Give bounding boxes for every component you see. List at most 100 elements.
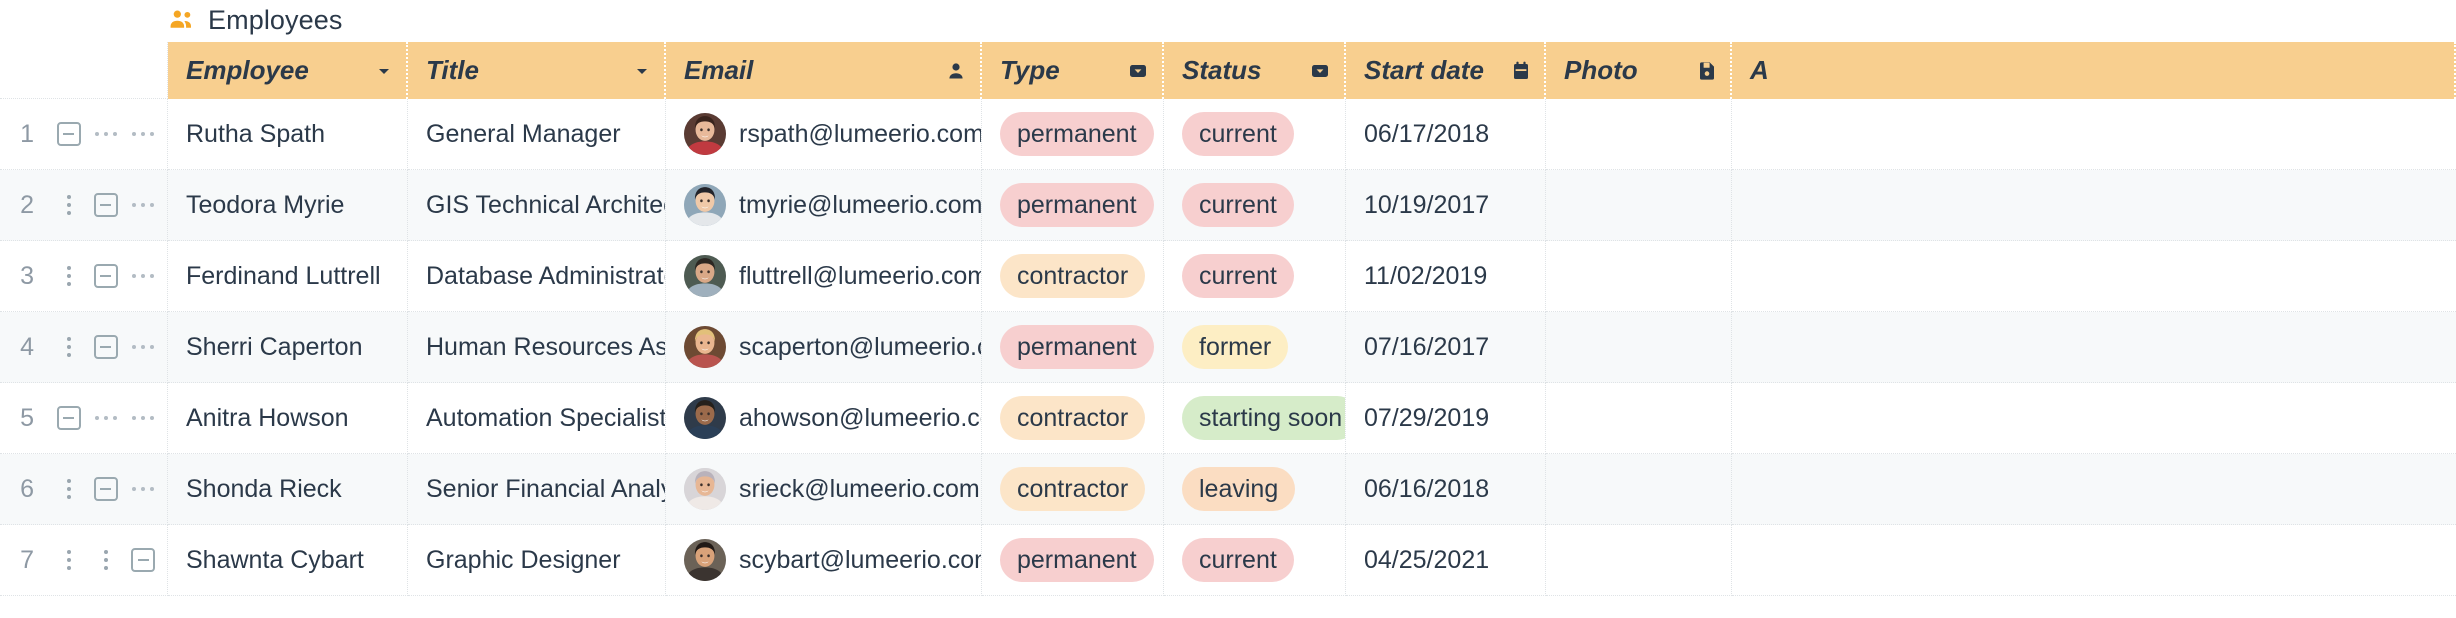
h-dots-icon[interactable] — [132, 132, 155, 136]
box-minus-icon[interactable] — [131, 548, 156, 572]
row-handle-slot[interactable] — [125, 241, 162, 311]
cell-title[interactable]: GIS Technical Architect — [408, 170, 666, 241]
cell-type[interactable]: permanent — [982, 312, 1164, 383]
cell-type[interactable]: permanent — [982, 170, 1164, 241]
column-header-employee[interactable]: Employee — [168, 42, 408, 99]
calendar-icon[interactable] — [1512, 61, 1530, 81]
row-handle-slot[interactable] — [50, 454, 87, 524]
cell-email[interactable]: scaperton@lumeerio.com — [666, 312, 982, 383]
row-handle-slot[interactable] — [50, 99, 87, 169]
cell-startdate[interactable]: 07/16/2017 — [1346, 312, 1546, 383]
cell-attachments[interactable] — [1732, 170, 2456, 241]
v-dots-icon[interactable] — [66, 266, 71, 286]
row-handle-slot[interactable] — [125, 383, 162, 453]
column-header-status[interactable]: Status — [1164, 42, 1346, 99]
column-header-type[interactable]: Type — [982, 42, 1164, 99]
box-minus-icon[interactable] — [93, 477, 118, 501]
h-dots-icon[interactable] — [132, 416, 155, 420]
row-handle-slot[interactable] — [125, 312, 162, 382]
table-row[interactable]: 1 Rutha Spath General Manager rspath@lumeer… — [0, 99, 2456, 170]
cell-email[interactable]: ahowson@lumeerio.com — [666, 383, 982, 454]
cell-status[interactable]: current — [1164, 170, 1346, 241]
cell-attachments[interactable] — [1732, 525, 2456, 596]
table-row[interactable]: 6 Shonda RieckSenior Financial Analyst sri… — [0, 454, 2456, 525]
h-dots-icon[interactable] — [132, 203, 155, 207]
cell-employee[interactable]: Rutha Spath — [168, 99, 408, 170]
box-minus-icon[interactable] — [56, 406, 81, 430]
file-icon[interactable] — [1698, 61, 1716, 81]
table-row[interactable]: 3 Ferdinand Luttrell Database Administrato… — [0, 241, 2456, 312]
row-handle-slot[interactable] — [87, 241, 124, 311]
h-dots-icon[interactable] — [132, 274, 155, 278]
table-row[interactable]: 5 Anitra Howson Automation Specialist ahows… — [0, 383, 2456, 454]
row-handle-slot[interactable] — [87, 454, 124, 524]
v-dots-icon[interactable] — [66, 195, 71, 215]
cell-type[interactable]: contractor — [982, 383, 1164, 454]
v-dots-icon[interactable] — [103, 550, 108, 570]
cell-attachments[interactable] — [1732, 383, 2456, 454]
box-minus-icon[interactable] — [93, 193, 118, 217]
cell-email[interactable]: scybart@lumeerio.com — [666, 525, 982, 596]
cell-type[interactable]: permanent — [982, 525, 1164, 596]
row-handle-slot[interactable] — [50, 312, 87, 382]
cell-startdate[interactable]: 06/16/2018 — [1346, 454, 1546, 525]
cell-status[interactable]: current — [1164, 525, 1346, 596]
row-handle-slot[interactable] — [87, 383, 124, 453]
cell-photo[interactable] — [1546, 454, 1732, 525]
cell-startdate[interactable]: 06/17/2018 — [1346, 99, 1546, 170]
v-dots-icon[interactable] — [66, 479, 71, 499]
cell-title[interactable]: Database Administrator — [408, 241, 666, 312]
column-header-attachments[interactable]: A — [1732, 42, 2456, 99]
row-handle-slot[interactable] — [87, 312, 124, 382]
box-minus-icon[interactable] — [93, 335, 118, 359]
user-icon[interactable] — [946, 61, 966, 81]
cell-attachments[interactable] — [1732, 241, 2456, 312]
select-icon[interactable] — [1310, 61, 1330, 81]
cell-photo[interactable] — [1546, 99, 1732, 170]
cell-photo[interactable] — [1546, 170, 1732, 241]
cell-employee[interactable]: Ferdinand Luttrell — [168, 241, 408, 312]
row-handle-slot[interactable] — [50, 525, 87, 595]
cell-email[interactable]: fluttrell@lumeerio.com — [666, 241, 982, 312]
cell-attachments[interactable] — [1732, 312, 2456, 383]
box-minus-icon[interactable] — [93, 264, 118, 288]
cell-photo[interactable] — [1546, 383, 1732, 454]
row-handle-slot[interactable] — [125, 170, 162, 240]
cell-startdate[interactable]: 07/29/2019 — [1346, 383, 1546, 454]
cell-attachments[interactable] — [1732, 454, 2456, 525]
chevron-down-icon[interactable] — [634, 63, 650, 79]
column-header-photo[interactable]: Photo — [1546, 42, 1732, 99]
cell-employee[interactable]: Shonda Rieck — [168, 454, 408, 525]
row-handle-slot[interactable] — [87, 525, 124, 595]
v-dots-icon[interactable] — [66, 337, 71, 357]
cell-employee[interactable]: Shawnta Cybart — [168, 525, 408, 596]
cell-type[interactable]: contractor — [982, 454, 1164, 525]
cell-photo[interactable] — [1546, 312, 1732, 383]
table-row[interactable]: 4 Sherri CapertonHuman Resources Assistan… — [0, 312, 2456, 383]
cell-employee[interactable]: Sherri Caperton — [168, 312, 408, 383]
column-header-title[interactable]: Title — [408, 42, 666, 99]
cell-status[interactable]: current — [1164, 241, 1346, 312]
table-row[interactable]: 7 Shawnta Cybart Graphic Designer scybart@l… — [0, 525, 2456, 596]
cell-status[interactable]: starting soon — [1164, 383, 1346, 454]
h-dots-icon[interactable] — [132, 345, 155, 349]
cell-title[interactable]: Automation Specialist — [408, 383, 666, 454]
cell-title[interactable]: General Manager — [408, 99, 666, 170]
cell-title[interactable]: Graphic Designer — [408, 525, 666, 596]
cell-startdate[interactable]: 11/02/2019 — [1346, 241, 1546, 312]
row-handle-slot[interactable] — [125, 99, 162, 169]
column-header-email[interactable]: Email — [666, 42, 982, 99]
cell-type[interactable]: contractor — [982, 241, 1164, 312]
chevron-down-icon[interactable] — [376, 63, 392, 79]
row-handle-slot[interactable] — [50, 170, 87, 240]
row-handle-slot[interactable] — [125, 454, 162, 524]
row-handle-slot[interactable] — [87, 99, 124, 169]
cell-startdate[interactable]: 04/25/2021 — [1346, 525, 1546, 596]
row-handle-slot[interactable] — [50, 383, 87, 453]
table-row[interactable]: 2 Teodora Myrie GIS Technical Architect tmy… — [0, 170, 2456, 241]
select-icon[interactable] — [1128, 61, 1148, 81]
row-handle-slot[interactable] — [125, 525, 162, 595]
cell-email[interactable]: rspath@lumeerio.com — [666, 99, 982, 170]
h-dots-icon[interactable] — [94, 416, 117, 420]
cell-photo[interactable] — [1546, 241, 1732, 312]
